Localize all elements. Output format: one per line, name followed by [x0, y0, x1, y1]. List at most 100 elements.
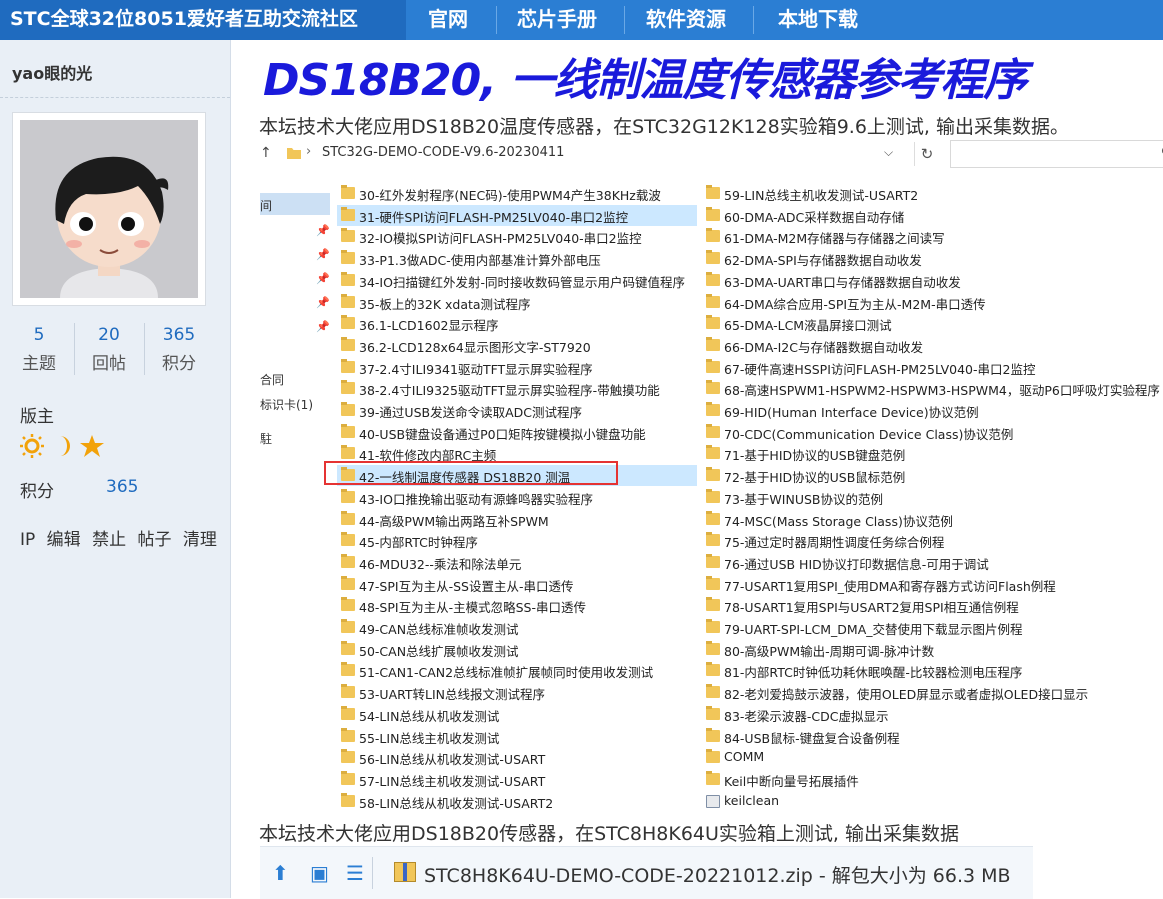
folder-name: 81-内部RTC时钟低功耗休眠唤醒-比较器检测电压程序	[724, 665, 1023, 681]
folder-item[interactable]: 54-LIN总线从机收发测试	[337, 704, 697, 725]
folder-item[interactable]: 30-红外发射程序(NEC码)-使用PWM4产生38KHz载波	[337, 183, 697, 204]
folder-item[interactable]: 79-UART-SPI-LCM_DMA_交替使用下载显示图片例程	[702, 617, 1062, 638]
search-box[interactable]: ⚲	[950, 140, 1163, 168]
folder-item[interactable]: 65-DMA-LCM液晶屏接口测试	[702, 313, 1062, 334]
folder-icon	[706, 293, 720, 308]
folder-item[interactable]: 66-DMA-I2C与存储器数据自动收发	[702, 335, 1062, 356]
pin-icon[interactable]: 📌	[316, 320, 330, 333]
folder-item[interactable]: 84-USB鼠标-键盘复合设备例程	[702, 726, 1062, 747]
folder-item[interactable]: 64-DMA综合应用-SPI互为主从-M2M-串口透传	[702, 292, 1062, 313]
pin-icon[interactable]: 📌	[316, 248, 330, 261]
pin-icon[interactable]: 📌	[316, 272, 330, 285]
nav-link-local-download[interactable]: 本地下载	[778, 0, 858, 40]
folder-item[interactable]: 62-DMA-SPI与存储器数据自动收发	[702, 248, 1062, 269]
folder-item[interactable]: 31-硬件SPI访问FLASH-PM25LV040-串口2监控	[337, 204, 697, 226]
nav-link-software[interactable]: 软件资源	[646, 0, 726, 40]
folder-item[interactable]: 38-2.4寸ILI9325驱动TFT显示屏实验程序-带触摸功能	[337, 378, 697, 399]
folder-item[interactable]: 76-通过USB HID协议打印数据信息-可用于调试	[702, 552, 1062, 573]
archive-filename[interactable]: STC8H8K64U-DEMO-CODE-20221012.zip - 解包大小…	[424, 861, 1011, 888]
up-arrow-icon[interactable]: ⬆	[272, 861, 289, 885]
folder-item[interactable]: 72-基于HID协议的USB鼠标范例	[702, 465, 1062, 486]
stat-replies[interactable]: 20 回帖	[74, 325, 144, 374]
folder-icon	[706, 185, 720, 199]
folder-item[interactable]: 83-老梁示波器-CDC虚拟显示	[702, 704, 1062, 725]
folder-item[interactable]: 73-基于WINUSB协议的范例	[702, 487, 1062, 508]
pin-icon[interactable]: 📌	[316, 296, 330, 309]
pin-icon[interactable]: 📌	[316, 224, 330, 237]
folder-item[interactable]: 80-高级PWM输出-周期可调-脉冲计数	[702, 639, 1062, 660]
folder-item[interactable]: 46-MDU32--乘法和除法单元	[337, 552, 697, 573]
folder-item[interactable]: 43-IO口推挽输出驱动有源蜂鸣器实验程序	[337, 487, 697, 508]
folder-icon	[706, 510, 720, 525]
site-name[interactable]: STC全球32位8051爱好者互助交流社区	[0, 0, 406, 40]
folder-item[interactable]: COMM	[702, 747, 1062, 768]
folder-item[interactable]: 55-LIN总线主机收发测试	[337, 726, 697, 747]
folder-item[interactable]: 78-USART1复用SPI与USART2复用SPI相互通信例程	[702, 595, 1062, 616]
folder-item[interactable]: 37-2.4寸ILI9341驱动TFT显示屏实验程序	[337, 357, 697, 378]
nav-divider	[496, 6, 497, 34]
folder-item[interactable]: 56-LIN总线从机收发测试-USART	[337, 747, 697, 768]
list-icon[interactable]: ☰	[346, 861, 364, 885]
up-arrow-icon[interactable]: ↑	[260, 145, 272, 161]
folder-item[interactable]: 71-基于HID协议的USB键盘范例	[702, 443, 1062, 464]
folder-item[interactable]: 75-通过定时器周期性调度任务综合例程	[702, 530, 1062, 551]
window-icon[interactable]: ▣	[310, 861, 329, 885]
folder-item[interactable]: 36.2-LCD128x64显示图形文字-ST7920	[337, 335, 697, 356]
folder-item[interactable]: 51-CAN1-CAN2总线标准帧扩展帧同时使用收发测试	[337, 660, 697, 681]
folder-item[interactable]: 33-P1.3做ADC-使用内部基准计算外部电压	[337, 248, 697, 269]
stat-points-label: 积分	[162, 354, 196, 374]
folder-item[interactable]: 70-CDC(Communication Device Class)协议范例	[702, 422, 1062, 443]
folder-name: 64-DMA综合应用-SPI互为主从-M2M-串口透传	[724, 296, 986, 312]
stat-points[interactable]: 365 积分	[144, 325, 214, 374]
avatar[interactable]	[12, 112, 206, 306]
edit-link[interactable]: 编辑	[47, 530, 81, 550]
nav-item[interactable]: 间	[260, 197, 272, 214]
folder-item[interactable]: keilclean	[702, 791, 1062, 812]
folder-item[interactable]: 47-SPI互为主从-SS设置主从-串口透传	[337, 574, 697, 595]
folder-item[interactable]: 60-DMA-ADC采样数据自动存储	[702, 205, 1062, 226]
ip-link[interactable]: IP	[20, 530, 35, 550]
folder-item[interactable]: 44-高级PWM输出两路互补SPWM	[337, 509, 697, 530]
folder-item[interactable]: 34-IO扫描键红外发射-同时接收数码管显示用户码键值程序	[337, 270, 697, 291]
folder-item[interactable]: 50-CAN总线扩展帧收发测试	[337, 639, 697, 660]
nav-item[interactable]: 标识卡(1)	[260, 396, 313, 413]
refresh-icon[interactable]: ↻	[914, 142, 939, 166]
folder-item[interactable]: 57-LIN总线主机收发测试-USART	[337, 769, 697, 790]
folder-item[interactable]: 48-SPI互为主从-主模式忽略SS-串口透传	[337, 595, 697, 616]
folder-item[interactable]: 32-IO模拟SPI访问FLASH-PM25LV040-串口2监控	[337, 226, 697, 247]
nav-link-datasheet[interactable]: 芯片手册	[517, 0, 597, 40]
folder-item[interactable]: 67-硬件高速HSSPI访问FLASH-PM25LV040-串口2监控	[702, 357, 1062, 378]
folder-item[interactable]: 39-通过USB发送命令读取ADC测试程序	[337, 400, 697, 421]
folder-item[interactable]: 45-内部RTC时钟程序	[337, 530, 697, 551]
archive-toolbar: ⬆ ▣ ☰ STC8H8K64U-DEMO-CODE-20221012.zip …	[260, 846, 1033, 899]
posts-link[interactable]: 帖子	[137, 530, 171, 550]
folder-item[interactable]: 49-CAN总线标准帧收发测试	[337, 617, 697, 638]
nav-item[interactable]: 合同	[260, 371, 284, 388]
folder-name: 82-老刘爱捣鼓示波器，使用OLED屏显示或者虚拟OLED接口显示	[724, 687, 1089, 703]
folder-item[interactable]: 53-UART转LIN总线报文测试程序	[337, 682, 697, 703]
folder-item[interactable]: 59-LIN总线主机收发测试-USART2	[702, 183, 1062, 204]
chevron-down-icon[interactable]: ⌵	[884, 145, 893, 160]
stat-topics[interactable]: 5 主题	[4, 325, 74, 374]
nav-item[interactable]: 駐	[260, 430, 272, 447]
chevron-right-icon: ›	[306, 144, 312, 159]
address-box[interactable]: › STC32G-DEMO-CODE-V9.6-20230411 ⌵ ↻ ⚲	[280, 140, 1163, 168]
folder-name: 61-DMA-M2M存储器与存储器之间读写	[724, 231, 945, 247]
folder-item[interactable]: 58-LIN总线从机收发测试-USART2	[337, 791, 697, 812]
folder-item[interactable]: Keil中断向量号拓展插件	[702, 769, 1062, 790]
folder-item[interactable]: 63-DMA-UART串口与存储器数据自动收发	[702, 270, 1062, 291]
folder-item[interactable]: 40-USB键盘设备通过P0口矩阵按键模拟小键盘功能	[337, 422, 697, 443]
folder-item[interactable]: 36.1-LCD1602显示程序	[337, 313, 697, 334]
folder-item[interactable]: 82-老刘爱捣鼓示波器，使用OLED屏显示或者虚拟OLED接口显示	[702, 682, 1088, 703]
username[interactable]: yao眼的光	[12, 60, 92, 84]
folder-item[interactable]: 69-HID(Human Interface Device)协议范例	[702, 400, 1062, 421]
folder-item[interactable]: 74-MSC(Mass Storage Class)协议范例	[702, 509, 1062, 530]
cleanup-link[interactable]: 清理	[183, 530, 217, 550]
folder-item[interactable]: 68-高速HSPWM1-HSPWM2-HSPWM3-HSPWM4，驱动P6口呼吸…	[702, 378, 1160, 399]
nav-link-official[interactable]: 官网	[428, 0, 468, 40]
folder-item[interactable]: 61-DMA-M2M存储器与存储器之间读写	[702, 226, 1062, 247]
folder-item[interactable]: 77-USART1复用SPI_使用DMA和寄存器方式访问Flash例程	[702, 574, 1062, 595]
folder-item[interactable]: 81-内部RTC时钟低功耗休眠唤醒-比较器检测电压程序	[702, 660, 1062, 681]
folder-item[interactable]: 35-板上的32K xdata测试程序	[337, 292, 697, 313]
ban-link[interactable]: 禁止	[92, 530, 126, 550]
